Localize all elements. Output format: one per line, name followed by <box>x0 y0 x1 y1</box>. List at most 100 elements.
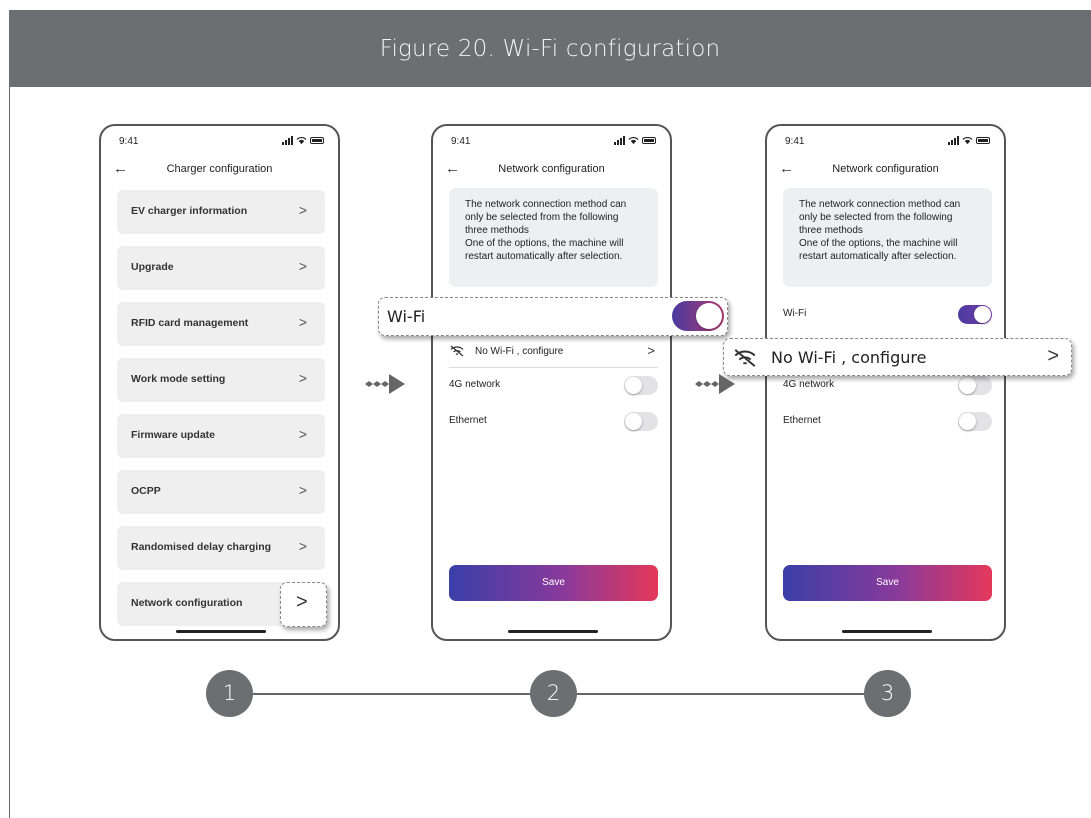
ethernet-toggle[interactable] <box>958 412 992 431</box>
next-step-arrow-icon <box>365 374 405 394</box>
chevron-right-icon: > <box>296 591 308 613</box>
wifi-label: Wi-Fi <box>783 308 807 319</box>
chevron-right-icon: > <box>298 202 307 218</box>
wifi-label: Wi-Fi <box>387 307 426 326</box>
no-wifi-label: No Wi-Fi , configure <box>475 346 564 357</box>
home-indicator <box>176 630 266 633</box>
chevron-right-icon: > <box>298 258 307 274</box>
home-indicator <box>842 630 932 633</box>
menu-item-label: OCPP <box>131 485 161 497</box>
figure-title-banner: Figure 20. Wi-Fi configuration <box>9 10 1091 87</box>
status-bar: 9:41 <box>119 136 324 150</box>
menu-item-label: Randomised delay charging <box>131 541 272 553</box>
info-line: restart automatically after selection. <box>465 251 623 262</box>
callout-wifi-toggle[interactable]: Wi-Fi <box>378 297 728 336</box>
step-marker-2: 2 <box>530 670 577 717</box>
menu-item-label: EV charger information <box>131 205 248 217</box>
wifi-status-icon <box>628 137 639 145</box>
callout-no-wifi-configure[interactable]: No Wi-Fi , configure > <box>723 338 1072 376</box>
info-line: The network connection method can <box>465 199 627 210</box>
next-step-arrow-icon <box>695 374 735 394</box>
4g-network-label: 4G network <box>449 379 501 390</box>
wifi-off-icon <box>450 345 464 357</box>
phone-charger-configuration: 9:41 ← Charger configuration EV charger … <box>99 124 340 641</box>
cellular-signal-icon <box>948 136 959 145</box>
row-4g-network: 4G network <box>783 374 992 396</box>
cellular-signal-icon <box>282 136 293 145</box>
page-title: Network configuration <box>832 163 939 175</box>
nav-bar: ← Charger configuration <box>101 160 338 180</box>
menu-item-rfid-card-management[interactable]: RFID card management > <box>117 302 325 346</box>
info-line: only be selected from the following <box>799 212 953 223</box>
save-button[interactable]: Save <box>449 565 658 601</box>
info-line: One of the options, the machine will <box>465 238 624 249</box>
row-4g-network: 4G network <box>449 374 658 396</box>
status-time: 9:41 <box>785 136 805 147</box>
chevron-right-icon: > <box>298 426 307 442</box>
info-line: restart automatically after selection. <box>799 251 957 262</box>
step-marker-1: 1 <box>206 670 253 717</box>
info-line: only be selected from the following <box>465 212 619 223</box>
step-marker-3: 3 <box>864 670 911 717</box>
nav-bar: ← Network configuration <box>767 160 1004 180</box>
chevron-right-icon: > <box>298 370 307 386</box>
chevron-right-icon: > <box>298 314 307 330</box>
menu-item-ocpp[interactable]: OCPP > <box>117 470 325 514</box>
wifi-toggle[interactable] <box>958 305 992 324</box>
no-wifi-configure-row[interactable]: No Wi-Fi , configure > <box>449 341 658 363</box>
phone-network-configuration-step2: 9:41 ← Network configuration The network… <box>431 124 672 641</box>
status-bar: 9:41 <box>785 136 990 150</box>
page-title: Charger configuration <box>166 163 273 175</box>
menu-item-label: Upgrade <box>131 261 174 273</box>
ethernet-label: Ethernet <box>783 415 821 426</box>
4g-network-toggle[interactable] <box>624 376 658 395</box>
battery-icon <box>310 137 324 144</box>
chevron-right-icon: > <box>298 538 307 554</box>
menu-item-upgrade[interactable]: Upgrade > <box>117 246 325 290</box>
wifi-status-icon <box>962 137 973 145</box>
cellular-signal-icon <box>614 136 625 145</box>
divider <box>449 367 658 368</box>
ethernet-label: Ethernet <box>449 415 487 426</box>
menu-item-ev-charger-information[interactable]: EV charger information > <box>117 190 325 234</box>
menu-item-label: RFID card management <box>131 317 249 329</box>
timeline-line <box>576 693 866 695</box>
no-wifi-label: No Wi-Fi , configure <box>771 348 927 367</box>
home-indicator <box>508 630 598 633</box>
timeline-line <box>252 693 532 695</box>
menu-item-firmware-update[interactable]: Firmware update > <box>117 414 325 458</box>
menu-item-randomised-delay-charging[interactable]: Randomised delay charging > <box>117 526 325 570</box>
page-title: Network configuration <box>498 163 605 175</box>
4g-network-toggle[interactable] <box>958 376 992 395</box>
menu-item-label: Firmware update <box>131 429 216 441</box>
info-box: The network connection method can only b… <box>449 188 658 287</box>
nav-bar: ← Network configuration <box>433 160 670 180</box>
phone-network-configuration-step3: 9:41 ← Network configuration The network… <box>765 124 1006 641</box>
info-line: One of the options, the machine will <box>799 238 958 249</box>
menu-item-work-mode-setting[interactable]: Work mode setting > <box>117 358 325 402</box>
chevron-right-icon: > <box>298 482 307 498</box>
chevron-right-icon: > <box>647 343 655 358</box>
4g-network-label: 4G network <box>783 379 835 390</box>
row-ethernet: Ethernet <box>783 410 992 432</box>
status-time: 9:41 <box>451 136 471 147</box>
status-time: 9:41 <box>119 136 139 147</box>
info-line: three methods <box>465 225 529 236</box>
wifi-status-icon <box>296 137 307 145</box>
ethernet-toggle[interactable] <box>624 412 658 431</box>
callout-network-configuration-chevron[interactable]: > <box>280 582 327 627</box>
figure-title: Figure 20. Wi-Fi configuration <box>379 35 721 62</box>
menu-item-label: Network configuration <box>131 597 243 609</box>
chevron-right-icon: > <box>1047 345 1059 367</box>
info-line: three methods <box>799 225 863 236</box>
row-ethernet: Ethernet <box>449 410 658 432</box>
wifi-toggle-enlarged[interactable] <box>672 301 724 331</box>
save-button[interactable]: Save <box>783 565 992 601</box>
info-box: The network connection method can only b… <box>783 188 992 287</box>
wifi-off-icon <box>734 349 756 367</box>
battery-icon <box>976 137 990 144</box>
row-wifi: Wi-Fi <box>783 303 992 325</box>
info-line: The network connection method can <box>799 199 961 210</box>
menu-item-label: Work mode setting <box>131 373 226 385</box>
battery-icon <box>642 137 656 144</box>
